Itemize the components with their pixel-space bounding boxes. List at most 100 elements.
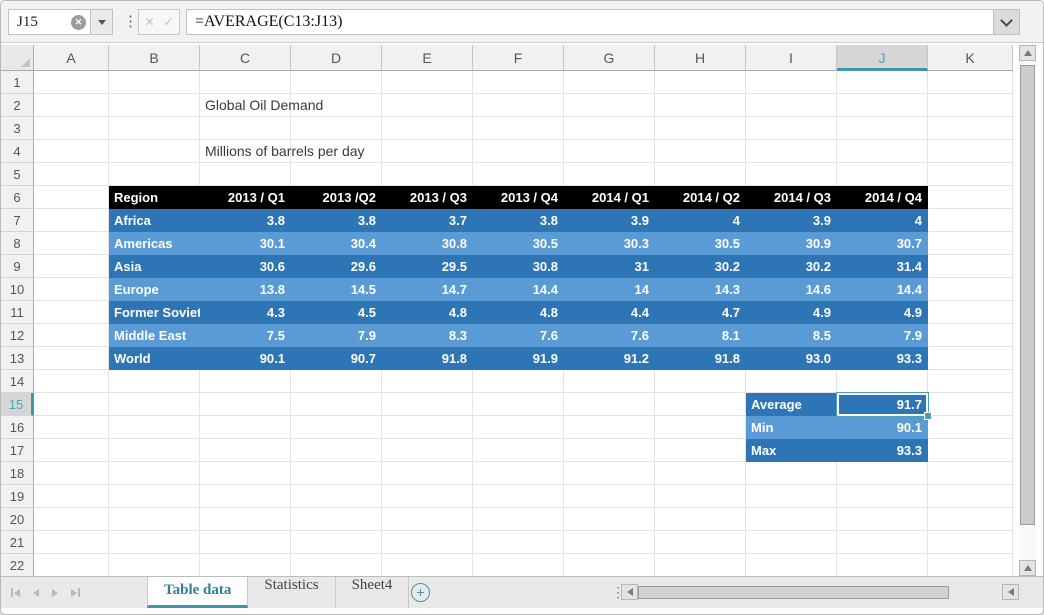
- value-cell[interactable]: 91.9: [473, 347, 564, 370]
- value-cell[interactable]: 4.8: [473, 301, 564, 324]
- row-header-7[interactable]: 7: [1, 209, 34, 232]
- value-cell[interactable]: 30.4: [291, 232, 382, 255]
- value-cell[interactable]: 93.0: [746, 347, 837, 370]
- table-header-cell[interactable]: 2013 / Q3: [382, 186, 473, 209]
- value-cell[interactable]: 30.7: [837, 232, 928, 255]
- stats-label[interactable]: Max: [746, 439, 837, 462]
- value-cell[interactable]: 14.7: [382, 278, 473, 301]
- tab-table-data[interactable]: Table data: [147, 577, 248, 608]
- value-cell[interactable]: 7.9: [291, 324, 382, 347]
- row-header-2[interactable]: 2: [1, 94, 34, 117]
- next-sheet-button[interactable]: [52, 589, 58, 597]
- value-cell[interactable]: 3.8: [291, 209, 382, 232]
- region-cell[interactable]: Former Soviet Union: [109, 301, 200, 324]
- value-cell[interactable]: 7.6: [473, 324, 564, 347]
- horizontal-scroll-thumb[interactable]: [638, 586, 949, 599]
- column-header-E[interactable]: E: [382, 45, 473, 71]
- value-cell[interactable]: 30.5: [473, 232, 564, 255]
- horizontal-scrollbar[interactable]: [621, 584, 1019, 601]
- row-header-17[interactable]: 17: [1, 439, 34, 462]
- row-header-4[interactable]: 4: [1, 140, 34, 163]
- tab-statistics[interactable]: Statistics: [248, 577, 335, 608]
- scroll-right-button[interactable]: [1002, 584, 1019, 600]
- value-cell[interactable]: 30.3: [564, 232, 655, 255]
- row-header-5[interactable]: 5: [1, 163, 34, 186]
- table-header-cell[interactable]: 2013 /Q2: [291, 186, 382, 209]
- column-header-F[interactable]: F: [473, 45, 564, 71]
- scroll-left-button[interactable]: [621, 584, 638, 600]
- value-cell[interactable]: 29.6: [291, 255, 382, 278]
- value-cell[interactable]: 14.4: [473, 278, 564, 301]
- column-header-G[interactable]: G: [564, 45, 655, 71]
- value-cell[interactable]: 93.3: [837, 347, 928, 370]
- stats-value[interactable]: 90.1: [837, 416, 928, 439]
- value-cell[interactable]: 90.7: [291, 347, 382, 370]
- value-cell[interactable]: 8.1: [655, 324, 746, 347]
- tab-sheet4[interactable]: Sheet4: [336, 577, 410, 608]
- vertical-scrollbar[interactable]: [1019, 45, 1036, 576]
- value-cell[interactable]: 4.4: [564, 301, 655, 324]
- column-header-B[interactable]: B: [109, 45, 200, 71]
- row-header-10[interactable]: 10: [1, 278, 34, 301]
- value-cell[interactable]: 90.1: [200, 347, 291, 370]
- value-cell[interactable]: 30.2: [655, 255, 746, 278]
- value-cell[interactable]: 30.8: [382, 232, 473, 255]
- value-cell[interactable]: 8.5: [746, 324, 837, 347]
- row-header-15[interactable]: 15: [1, 393, 34, 416]
- value-cell[interactable]: 4.8: [382, 301, 473, 324]
- value-cell[interactable]: 14.4: [837, 278, 928, 301]
- value-cell[interactable]: 91.8: [382, 347, 473, 370]
- row-header-3[interactable]: 3: [1, 117, 34, 140]
- value-cell[interactable]: 13.8: [200, 278, 291, 301]
- column-header-C[interactable]: C: [200, 45, 291, 71]
- first-sheet-button[interactable]: [11, 588, 20, 597]
- region-cell[interactable]: Asia: [109, 255, 200, 278]
- table-header-cell[interactable]: 2014 / Q4: [837, 186, 928, 209]
- row-header-1[interactable]: 1: [1, 71, 34, 94]
- value-cell[interactable]: 14.5: [291, 278, 382, 301]
- stats-value[interactable]: 93.3: [837, 439, 928, 462]
- value-cell[interactable]: 4.9: [746, 301, 837, 324]
- row-header-14[interactable]: 14: [1, 370, 34, 393]
- scroll-up-button[interactable]: [1019, 45, 1036, 61]
- row-header-11[interactable]: 11: [1, 301, 34, 324]
- value-cell[interactable]: 30.6: [200, 255, 291, 278]
- value-cell[interactable]: 14.6: [746, 278, 837, 301]
- region-cell[interactable]: World: [109, 347, 200, 370]
- value-cell[interactable]: 3.8: [473, 209, 564, 232]
- value-cell[interactable]: 91.8: [655, 347, 746, 370]
- region-cell[interactable]: Middle East: [109, 324, 200, 347]
- row-header-20[interactable]: 20: [1, 508, 34, 531]
- value-cell[interactable]: 3.7: [382, 209, 473, 232]
- fill-handle[interactable]: [924, 412, 932, 420]
- table-header-cell[interactable]: 2014 / Q2: [655, 186, 746, 209]
- value-cell[interactable]: 4.7: [655, 301, 746, 324]
- row-header-13[interactable]: 13: [1, 347, 34, 370]
- region-cell[interactable]: Americas: [109, 232, 200, 255]
- value-cell[interactable]: 31.4: [837, 255, 928, 278]
- stats-label[interactable]: Average: [746, 393, 837, 416]
- column-header-I[interactable]: I: [746, 45, 837, 71]
- value-cell[interactable]: 4.3: [200, 301, 291, 324]
- value-cell[interactable]: 7.5: [200, 324, 291, 347]
- region-cell[interactable]: Europe: [109, 278, 200, 301]
- value-cell[interactable]: 14: [564, 278, 655, 301]
- vertical-scroll-thumb[interactable]: [1020, 65, 1035, 525]
- value-cell[interactable]: 4: [655, 209, 746, 232]
- select-all-corner[interactable]: [1, 45, 34, 71]
- value-cell[interactable]: 31: [564, 255, 655, 278]
- value-cell[interactable]: 30.2: [746, 255, 837, 278]
- value-cell[interactable]: 29.5: [382, 255, 473, 278]
- region-cell[interactable]: Africa: [109, 209, 200, 232]
- row-header-19[interactable]: 19: [1, 485, 34, 508]
- previous-sheet-button[interactable]: [33, 589, 39, 597]
- column-header-A[interactable]: A: [34, 45, 109, 71]
- column-header-K[interactable]: K: [928, 45, 1013, 71]
- value-cell[interactable]: 30.8: [473, 255, 564, 278]
- table-header-cell[interactable]: 2013 / Q1: [200, 186, 291, 209]
- row-header-16[interactable]: 16: [1, 416, 34, 439]
- value-cell[interactable]: 4.5: [291, 301, 382, 324]
- value-cell[interactable]: 30.5: [655, 232, 746, 255]
- row-header-18[interactable]: 18: [1, 462, 34, 485]
- cell-C4[interactable]: Millions of barrels per day: [205, 140, 365, 163]
